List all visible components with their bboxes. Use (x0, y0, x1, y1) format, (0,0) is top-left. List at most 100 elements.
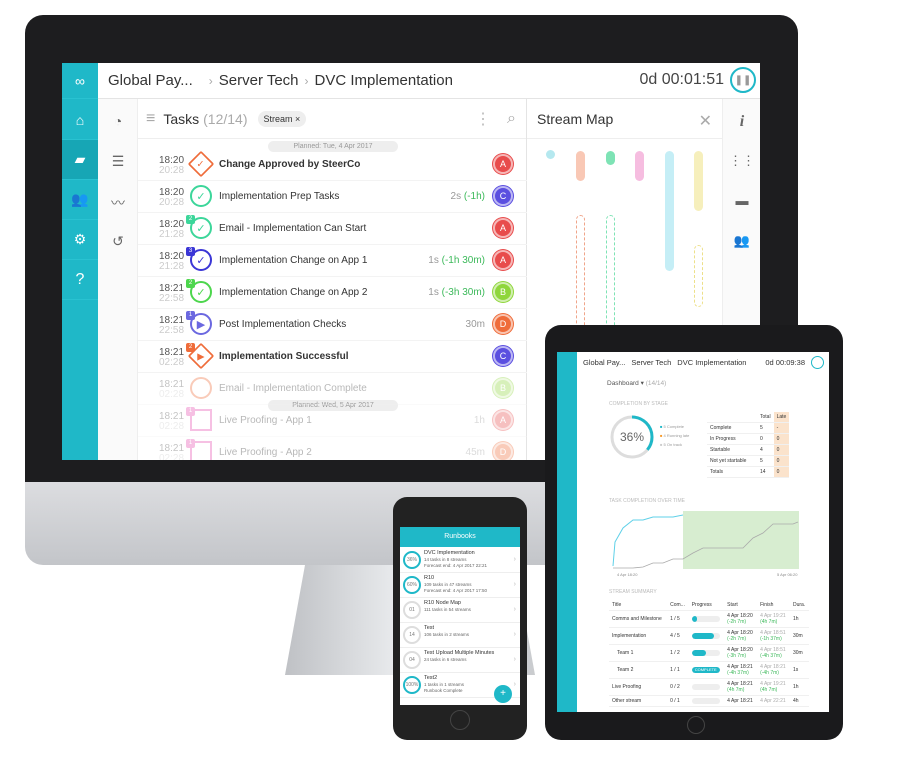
cell-text: 4 (757, 444, 774, 456)
history-icon[interactable]: ↺ (98, 233, 138, 250)
info-icon[interactable]: i (723, 113, 760, 131)
stage-header (707, 412, 757, 423)
task-row[interactable]: 18:21 02:28 1 Live Proofing - App 2 45m … (138, 437, 527, 460)
stage-header: Late (773, 412, 790, 423)
task-row[interactable]: 18:20 20:28 ✓ Change Approved by SteerCo… (138, 149, 527, 181)
cell-text (688, 695, 725, 707)
cell-text: 1 / 1 (667, 661, 689, 679)
stream-bar (546, 150, 555, 159)
phone-header: Runbooks (400, 527, 520, 547)
summary-row[interactable]: Other stream 0 / 1 4 Apr 18:21 4 Apr 22:2… (609, 695, 809, 707)
summary-row[interactable]: Team 11 / 2 4 Apr 18:20 (-3h 7m) 4 Apr 18… (609, 644, 809, 662)
cell-text: 4 Apr 18:20 (-2h 7m) (724, 627, 758, 645)
task-row[interactable]: 18:20 20:28 ✓ Implementation Prep Tasks … (138, 181, 527, 213)
summary-header: Title (609, 600, 668, 611)
task-title: Post Implementation Checks (219, 319, 347, 330)
runbook-item[interactable]: 04 Test Upload Multiple Minutes 24 tasks… (400, 648, 520, 673)
cell-text: 4 Apr 19:21 (4h 7m) (757, 678, 790, 696)
assignee-avatar[interactable]: B (493, 378, 513, 398)
cell-text: Implementation (609, 627, 668, 645)
search-icon[interactable]: ⌕ (507, 110, 516, 128)
task-row[interactable]: 18:21 02:28 1 Live Proofing - App 1 1h A (138, 405, 527, 437)
x-end-label: 5 Apr 06:20 (777, 572, 798, 577)
home-icon[interactable]: ⌂ (62, 100, 98, 140)
chevron-right-icon: › (513, 581, 516, 588)
close-icon[interactable]: ✕ (699, 111, 712, 131)
pause-button[interactable]: ❚❚ (730, 67, 756, 93)
task-status-icon[interactable]: ✓ (190, 185, 212, 207)
stage-row: Not yet startable 5 0 (707, 455, 790, 467)
task-end-time: 22:58 (159, 325, 185, 336)
task-status-icon[interactable] (190, 377, 212, 399)
stream-bar (694, 151, 703, 211)
more-icon[interactable]: ⋮ (475, 109, 491, 129)
task-status-icon[interactable]: ✓ (187, 150, 215, 178)
task-row[interactable]: 18:20 21:28 ✓ 3 Implementation Change on… (138, 245, 527, 277)
task-row[interactable]: 18:21 02:28 ▶ 2 Implementation Successfu… (138, 341, 527, 373)
assignee-avatar[interactable]: A (493, 154, 513, 174)
assignee-avatar[interactable]: C (493, 346, 513, 366)
assignee-avatar[interactable]: D (493, 442, 513, 460)
add-runbook-button[interactable]: + (494, 685, 512, 703)
list-icon[interactable]: ☰ (98, 153, 138, 170)
task-row[interactable]: 18:20 21:28 ✓ 2 Email - Implementation C… (138, 213, 527, 245)
breadcrumb-0[interactable]: Global Pay... (583, 358, 625, 367)
summary-row[interactable]: Team 21 / 1 COMPLETE 4 Apr 18:21 (-4h 37m… (609, 661, 809, 679)
cell-text: 0 (773, 455, 790, 467)
runbook-item[interactable]: 14 Test 106 tasks in 2 streams › (400, 623, 520, 648)
tasks-title: Tasks (163, 110, 200, 127)
assignee-avatar[interactable]: D (493, 314, 513, 334)
filter-icon[interactable]: ≡ (146, 110, 155, 128)
folder-icon[interactable]: ▰ (62, 140, 98, 180)
tablet-header: Global Pay... Server Tech DVC Implementa… (583, 358, 823, 367)
help-icon[interactable]: ? (62, 260, 98, 300)
breadcrumb-1[interactable]: Server Tech (219, 72, 299, 89)
comment-icon[interactable]: ▬ (723, 193, 760, 208)
stream-filter-chip[interactable]: Stream × (257, 110, 307, 127)
task-title: Implementation Prep Tasks (219, 191, 340, 202)
runbook-item[interactable]: 36% DVC Implementation 14 tasks in 8 str… (400, 548, 520, 573)
users-icon[interactable]: 👥 (723, 233, 760, 249)
task-badge: 3 (186, 247, 195, 256)
view-select[interactable]: Dashboard ▾ (14/14) (607, 379, 666, 387)
cell-text: 0 (773, 444, 790, 456)
assignee-avatar[interactable]: A (493, 218, 513, 238)
stream-map-icon[interactable]: ⋮⋮ (723, 153, 760, 169)
view-switcher: ◔ ☰ 〰 ↺ (98, 99, 138, 460)
runbook-item[interactable]: 60% R10 109 tasks in 47 streams Forecast … (400, 573, 520, 598)
summary-row[interactable]: Comms and Milestone 1 / 5 4 Apr 18:20 (-2h… (609, 610, 809, 628)
cell-text: 109 tasks in 47 streams (424, 582, 472, 587)
percent-label: 36% (620, 430, 644, 444)
dashboard-icon[interactable]: ◔ (98, 113, 138, 129)
summary-row[interactable]: Live Proofing 0 / 2 4 Apr 18:21 (4h 7m) 4 … (609, 678, 809, 696)
pause-button[interactable] (811, 356, 824, 369)
completion-title: COMPLETION BY STAGE (609, 401, 668, 407)
breadcrumb-1[interactable]: Server Tech (631, 358, 671, 367)
gear-icon[interactable]: ⚙ (62, 220, 98, 260)
chart-line-icon[interactable]: 〰 (98, 193, 138, 213)
runbook-item[interactable]: 01 R10 Node Map 111 tasks in 54 streams … (400, 598, 520, 623)
phone-app: Runbooks 36% DVC Implementation 14 tasks… (400, 527, 520, 705)
cell-text: Complete (707, 422, 757, 434)
task-row[interactable]: 18:21 02:28 Email - Implementation Compl… (138, 373, 527, 405)
task-row[interactable]: 18:21 22:58 ▶ 1 Post Implementation Chec… (138, 309, 527, 341)
breadcrumb-2: DVC Implementation (314, 72, 453, 89)
cell-text: Not yet startable (707, 455, 757, 467)
users-icon[interactable]: 👥 (62, 180, 98, 220)
stage-row: In Progress 0 0 (707, 433, 790, 445)
task-row[interactable]: 18:21 22:58 ✓ 2 Implementation Change on… (138, 277, 527, 309)
runbook-details: 14 tasks in 8 streams Forecast end: 4 Apr… (424, 557, 487, 569)
assignee-avatar[interactable]: A (493, 250, 513, 270)
cell-text: 4 Apr 18:20 (-2h 7m) (724, 610, 758, 628)
cell-text: Startable (707, 444, 757, 456)
summary-row[interactable]: Implementation 4 / 5 4 Apr 18:20 (-2h 7m) … (609, 627, 809, 645)
breadcrumb-0[interactable]: Global Pay... (108, 72, 193, 89)
assignee-avatar[interactable]: B (493, 282, 513, 302)
cell-text (688, 678, 725, 696)
assignee-avatar[interactable]: A (493, 410, 513, 430)
runbook-name: R10 (424, 575, 435, 581)
task-title: Implementation Change on App 2 (219, 287, 368, 298)
task-end-time: 02:28 (159, 389, 185, 400)
assignee-avatar[interactable]: C (493, 186, 513, 206)
cell-text: 1h (789, 610, 809, 628)
